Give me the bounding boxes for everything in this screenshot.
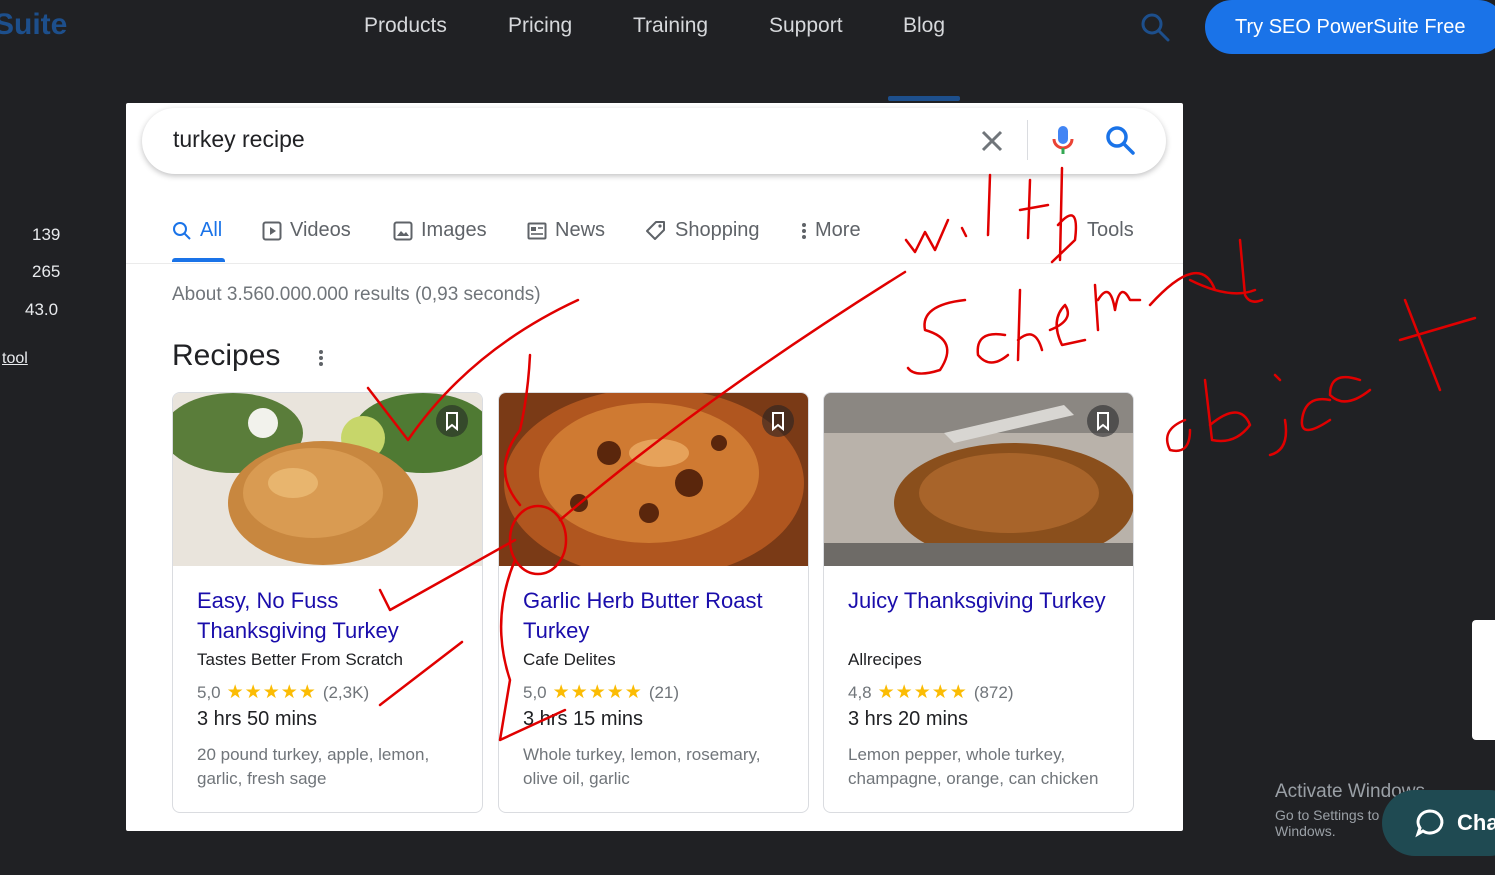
chat-button[interactable]: Cha — [1382, 790, 1495, 856]
news-icon — [527, 222, 547, 239]
recipe-rating: 5,0 ★★★★★ (2,3K) — [197, 681, 369, 704]
rating-value: 5,0 — [197, 682, 221, 702]
search-icon[interactable] — [1104, 124, 1136, 156]
bookmark-icon — [1097, 412, 1109, 432]
recipe-title[interactable]: Garlic Herb Butter Roast Turkey — [523, 586, 793, 646]
star-rating-icon: ★★★★★ — [552, 682, 643, 703]
recipe-time: 3 hrs 20 mins — [848, 708, 969, 730]
tab-label: All — [200, 219, 223, 241]
chat-label: Cha — [1457, 810, 1495, 835]
star-rating-icon: ★★★★★ — [226, 682, 317, 703]
recipe-time: 3 hrs 15 mins — [523, 708, 644, 730]
recipe-card[interactable]: Juicy Thanksgiving Turkey Allrecipes 4,8… — [823, 392, 1134, 813]
search-query[interactable]: turkey recipe — [173, 126, 305, 153]
tools-label: Tools — [1087, 219, 1134, 241]
recipe-ingredients: Lemon pepper, whole turkey, champagne, o… — [848, 745, 1099, 788]
tab-label: Shopping — [675, 219, 760, 241]
tab-more[interactable]: More — [801, 219, 861, 242]
nav-search-icon[interactable] — [1140, 12, 1170, 42]
recipe-ingredients: 20 pound turkey, apple, lemon, garlic, f… — [197, 745, 430, 788]
more-vertical-icon[interactable] — [318, 348, 324, 368]
image-icon — [393, 221, 413, 240]
tab-label: Videos — [290, 219, 351, 241]
tab-label: More — [815, 219, 861, 241]
tab-all[interactable]: All — [172, 219, 222, 242]
tools-button[interactable]: Tools — [1087, 219, 1134, 242]
bookmark-icon — [772, 412, 784, 432]
tab-images[interactable]: Images — [393, 219, 487, 242]
review-count: (2,3K) — [322, 682, 370, 702]
tab-label: Images — [421, 219, 487, 241]
recipe-ingredients: Whole turkey, lemon, rosemary, olive oil… — [523, 745, 761, 788]
review-count: (872) — [973, 682, 1014, 702]
stat-value: 139 — [32, 225, 61, 244]
tabs-divider — [126, 263, 1183, 264]
tool-link[interactable]: tool — [2, 350, 28, 368]
stat-value: 43.0 — [25, 300, 59, 319]
recipe-rating: 5,0 ★★★★★ (21) — [523, 681, 679, 704]
tag-icon — [646, 220, 665, 240]
recipe-card[interactable]: Garlic Herb Butter Roast Turkey Cafe Del… — [498, 392, 809, 813]
bookmark-button[interactable] — [436, 405, 468, 437]
recipe-card[interactable]: Easy, No Fuss Thanksgiving Turkey Tastes… — [172, 392, 483, 813]
tab-label: News — [555, 219, 606, 241]
more-vertical-icon — [802, 222, 806, 239]
bookmark-button[interactable] — [1087, 405, 1119, 437]
rating-value: 4,8 — [848, 682, 872, 702]
nav-products[interactable]: Products — [364, 14, 447, 38]
recipe-source: Tastes Better From Scratch — [197, 650, 403, 669]
recipe-source: Cafe Delites — [523, 650, 616, 669]
close-icon[interactable] — [977, 126, 1007, 156]
nav-blog[interactable]: Blog — [903, 14, 945, 38]
recipe-source: Allrecipes — [848, 650, 922, 669]
stat-value: 265 — [32, 262, 61, 281]
nav-support[interactable]: Support — [769, 14, 843, 38]
recipe-title[interactable]: Easy, No Fuss Thanksgiving Turkey — [197, 586, 467, 646]
search-icon — [173, 221, 191, 240]
try-free-button[interactable]: Try SEO PowerSuite Free — [1205, 0, 1495, 54]
star-rating-icon: ★★★★★ — [877, 682, 968, 703]
search-bar[interactable]: turkey recipe — [142, 108, 1166, 174]
tab-active-indicator — [172, 258, 225, 262]
recipe-title[interactable]: Juicy Thanksgiving Turkey — [848, 586, 1118, 616]
recipes-heading: Recipes — [172, 339, 281, 372]
play-icon — [262, 221, 282, 240]
results-count: About 3.560.000.000 results (0,93 second… — [172, 284, 541, 305]
recipe-time: 3 hrs 50 mins — [197, 708, 318, 730]
nav-pricing[interactable]: Pricing — [508, 14, 572, 38]
serp-panel: turkey recipe All Videos Images News Sho… — [126, 103, 1183, 831]
bookmark-icon — [446, 412, 458, 432]
side-share-widget[interactable] — [1472, 620, 1495, 740]
chat-icon — [1415, 809, 1444, 838]
bookmark-button[interactable] — [762, 405, 794, 437]
nav-training[interactable]: Training — [633, 14, 708, 38]
tab-news[interactable]: News — [527, 219, 605, 242]
search-divider — [1027, 120, 1028, 160]
tab-shopping[interactable]: Shopping — [645, 219, 760, 242]
rating-value: 5,0 — [523, 682, 547, 702]
microphone-icon[interactable] — [1050, 124, 1076, 156]
review-count: (21) — [648, 682, 680, 702]
search-tabs: All Videos Images News Shopping More Too… — [126, 213, 1183, 263]
recipe-rating: 4,8 ★★★★★ (872) — [848, 681, 1014, 704]
tab-videos[interactable]: Videos — [262, 219, 351, 242]
nav-active-indicator — [888, 96, 960, 101]
